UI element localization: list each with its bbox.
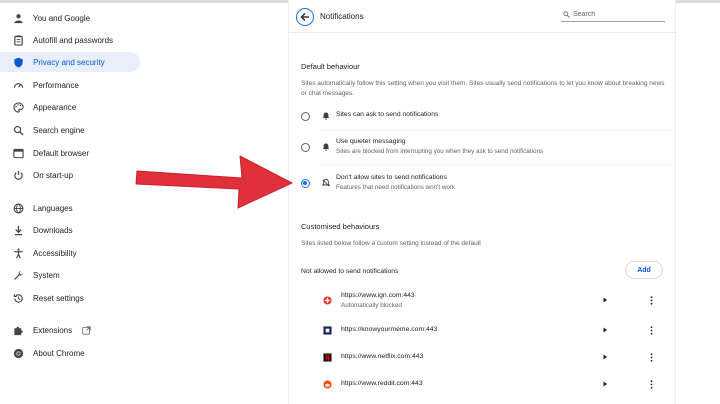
site-row-knowyourmeme: https://knowyourmeme.com:443 [301, 317, 671, 343]
sidebar-item-appearance[interactable]: Appearance [0, 97, 140, 117]
palette-icon [7, 101, 29, 113]
bell-icon [321, 142, 331, 152]
sidebar-item-performance[interactable]: Performance [0, 75, 140, 95]
sidebar-item-reset-settings[interactable]: Reset settings [0, 288, 140, 308]
sidebar-item-label: You and Google [33, 13, 91, 23]
knowyourmeme-favicon-icon [323, 325, 332, 335]
sidebar-item-label: Reset settings [33, 293, 84, 303]
site-url: https://www.ign.com:443 [341, 291, 415, 299]
external-link-icon[interactable] [82, 325, 91, 335]
sidebar-item-label: Accessibility [33, 248, 77, 258]
option-label: Use quieter messaging [336, 138, 406, 145]
default-behaviour-heading: Default behaviour [301, 62, 360, 71]
sidebar-item-accessibility[interactable]: Accessibility [0, 243, 140, 263]
sidebar-item-downloads[interactable]: Downloads [0, 220, 140, 240]
notifications-settings-card: Notifications Default behaviour Sites au… [288, 0, 677, 404]
bell-off-icon [321, 178, 331, 188]
radio-quieter-messaging[interactable] [301, 143, 310, 152]
reddit-favicon-icon [323, 379, 332, 389]
expand-arrow-icon[interactable] [601, 380, 609, 388]
reset-icon [7, 293, 29, 304]
shield-icon [7, 57, 29, 68]
sidebar-item-label: Languages [33, 203, 73, 213]
option-divider [319, 130, 671, 131]
sidebar-item-privacy-security[interactable]: Privacy and security [0, 52, 140, 72]
search-input[interactable] [573, 11, 661, 18]
puzzle-icon [7, 325, 29, 336]
site-url: https://knowyourmeme.com:443 [341, 326, 438, 333]
radio-dont-allow[interactable] [301, 179, 310, 188]
sidebar-item-on-startup[interactable]: On start-up [0, 165, 140, 185]
option-sublabel: Sites are blocked from interrupting you … [336, 148, 544, 155]
expand-arrow-icon[interactable] [601, 326, 609, 334]
default-behaviour-description: Sites automatically follow this setting … [301, 80, 665, 97]
customised-behaviours-heading: Customised behaviours [301, 222, 380, 231]
annotation-arrow-icon [135, 155, 293, 209]
option-sites-can-ask[interactable]: Sites can ask to send notifications [301, 110, 671, 132]
more-vert-icon[interactable] [647, 295, 655, 305]
power-icon [7, 170, 29, 181]
more-vert-icon[interactable] [647, 379, 655, 389]
sidebar-item-search-engine[interactable]: Search engine [0, 120, 140, 140]
sidebar-item-label: System [33, 270, 60, 280]
ign-favicon-icon [323, 295, 332, 305]
clipboard-icon [7, 34, 29, 46]
back-button[interactable] [296, 8, 314, 26]
site-row-ign: https://www.ign.com:443 Automatically bl… [301, 287, 671, 313]
netflix-favicon-icon [323, 352, 332, 362]
sidebar-item-label: Default browser [33, 148, 90, 158]
sidebar-item-autofill[interactable]: Autofill and passwords [0, 30, 140, 50]
expand-arrow-icon[interactable] [601, 296, 609, 304]
sidebar-item-languages[interactable]: Languages [0, 198, 140, 218]
add-site-button[interactable]: Add [625, 261, 663, 279]
sidebar-item-label: Search engine [33, 125, 85, 135]
more-vert-icon[interactable] [647, 352, 655, 362]
site-url: https://www.netflix.com:443 [341, 353, 424, 360]
sidebar-item-system[interactable]: System [0, 265, 140, 285]
expand-arrow-icon[interactable] [601, 353, 609, 361]
site-row-reddit: https://www.reddit.com:443 [301, 371, 671, 397]
more-vert-icon[interactable] [647, 325, 655, 335]
settings-search[interactable] [561, 8, 665, 22]
header-divider [289, 32, 677, 33]
sidebar-item-label: Appearance [33, 102, 77, 112]
site-sublabel: Automatically blocked [341, 301, 402, 309]
settings-sidebar: You and Google Autofill and passwords Pr… [0, 6, 142, 404]
option-sublabel: Features that need notifications won't w… [336, 184, 456, 191]
sidebar-item-label: On start-up [33, 170, 74, 180]
sidebar-item-label: Performance [33, 80, 79, 90]
sidebar-item-label: About Chrome [33, 348, 85, 358]
site-url: https://www.reddit.com:443 [341, 380, 423, 387]
search-icon [7, 125, 29, 136]
option-label: Don't allow sites to send notifications [336, 174, 447, 181]
speedometer-icon [7, 80, 29, 91]
browser-window-icon [7, 148, 29, 159]
sidebar-item-default-browser[interactable]: Default browser [0, 143, 140, 163]
not-allowed-heading: Not allowed to send notifications [301, 268, 399, 275]
search-icon [563, 11, 570, 18]
download-icon [7, 225, 29, 236]
arrow-back-icon [300, 13, 309, 21]
sidebar-item-about-chrome[interactable]: About Chrome [0, 343, 140, 363]
customised-behaviours-description: Sites listed below follow a custom setti… [301, 240, 481, 247]
site-row-netflix: https://www.netflix.com:443 [301, 344, 671, 370]
globe-icon [7, 203, 29, 214]
person-icon [7, 13, 29, 24]
option-dont-allow[interactable]: Don't allow sites to send notifications … [301, 173, 671, 195]
sidebar-item-you-and-google[interactable]: You and Google [0, 8, 140, 28]
sidebar-item-label: Privacy and security [33, 57, 105, 67]
sidebar-item-label: Downloads [33, 225, 73, 235]
wrench-icon [7, 270, 29, 281]
sidebar-item-label: Autofill and passwords [33, 35, 114, 45]
option-quieter-messaging[interactable]: Use quieter messaging Sites are blocked … [301, 137, 671, 159]
option-label: Sites can ask to send notifications [336, 111, 439, 118]
sidebar-item-label: Extensions [33, 325, 73, 335]
accessibility-icon [7, 248, 29, 259]
bell-icon [321, 111, 331, 121]
option-divider [319, 164, 671, 165]
chrome-icon [7, 348, 29, 359]
page-title: Notifications [320, 12, 364, 21]
radio-sites-can-ask[interactable] [301, 112, 310, 121]
sidebar-item-extensions[interactable]: Extensions [0, 320, 140, 340]
